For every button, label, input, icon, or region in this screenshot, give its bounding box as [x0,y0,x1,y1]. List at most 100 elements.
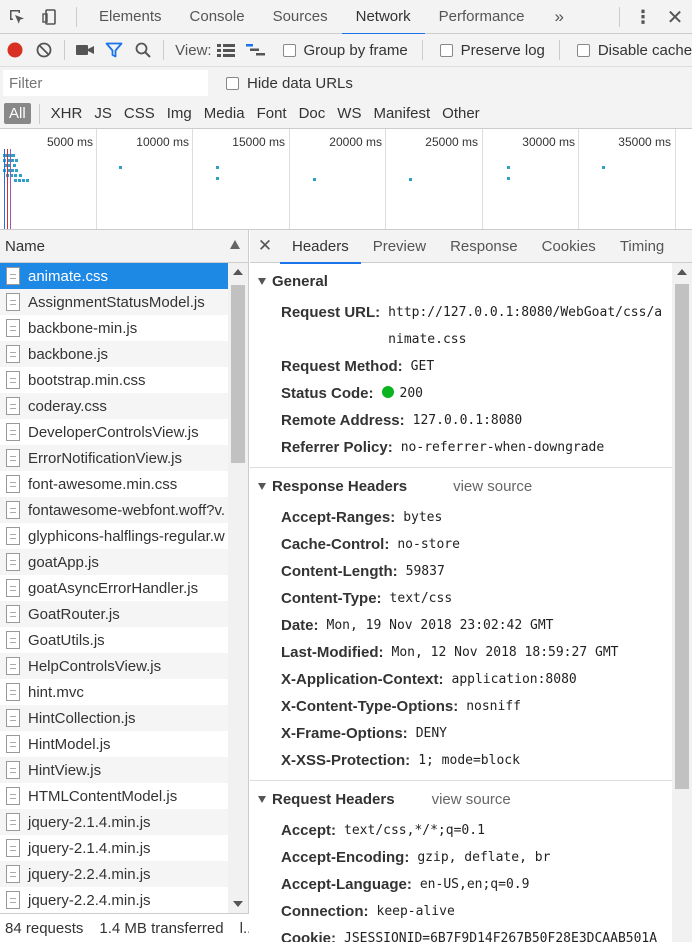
file-icon [6,423,20,441]
type-font[interactable]: Font [252,103,292,124]
request-row[interactable]: jquery-2.2.4.min.js [0,861,228,887]
tab-sources[interactable]: Sources [259,0,342,34]
request-row[interactable]: HelpControlsView.js [0,653,228,679]
kebab-menu-icon[interactable]: ⋮ [628,7,658,28]
checkbox-box[interactable] [439,43,453,57]
request-row[interactable]: DeveloperControlsView.js [0,419,228,445]
request-row[interactable]: ErrorNotificationView.js [0,445,228,471]
sort-ascending-icon [230,240,240,249]
response-view-source-link[interactable]: view source [453,478,532,495]
file-icon [6,605,20,623]
request-row[interactable]: jquery-2.1.4.min.js [0,809,228,835]
scroll-up-arrow-icon[interactable] [677,269,687,275]
type-img[interactable]: Img [162,103,197,124]
request-row[interactable]: HintView.js [0,757,228,783]
request-row[interactable]: glyphicons-halflings-regular.w [0,523,228,549]
response-headers-section-header[interactable]: Response Headers view source [250,468,672,504]
tab-elements[interactable]: Elements [85,0,176,34]
disable-cache-checkbox[interactable]: Disable cache [576,42,692,59]
checkbox-box[interactable] [226,76,239,90]
type-js[interactable]: JS [89,103,117,124]
file-icon [6,319,20,337]
tab-timing[interactable]: Timing [608,230,676,263]
type-manifest[interactable]: Manifest [368,103,435,124]
preserve-log-checkbox[interactable]: Preserve log [439,42,545,59]
request-row[interactable]: font-awesome.min.css [0,471,228,497]
network-overview-timeline[interactable]: 5000 ms 10000 ms 15000 ms 20000 ms 25000… [0,129,692,230]
tab-console[interactable]: Console [176,0,259,34]
close-details-icon[interactable]: ✕ [250,236,280,256]
scrollbar-thumb[interactable] [231,285,245,463]
request-row[interactable]: fontawesome-webfont.woff?v. [0,497,228,523]
checkbox-box[interactable] [576,43,590,57]
request-name: fontawesome-webfont.woff?v. [28,501,226,519]
more-tabs-button[interactable]: » [545,7,574,27]
inspect-element-icon[interactable] [0,0,34,34]
type-xhr[interactable]: XHR [46,103,88,124]
waterfall-overview-icon[interactable] [241,34,270,66]
type-ws[interactable]: WS [332,103,366,124]
header-row: X-Content-Type-Options: nosniff [250,693,672,720]
timeline-request-mark [11,169,14,172]
large-rows-icon[interactable] [212,34,241,66]
request-row[interactable]: backbone-min.js [0,315,228,341]
response-headers-list: Accept-Ranges: bytes Cache-Control: no-stor… [250,504,672,774]
request-row[interactable]: AssignmentStatusModel.js [0,289,228,315]
request-headers-section-header[interactable]: Request Headers view source [250,781,672,817]
type-all[interactable]: All [4,103,31,124]
name-column-header[interactable]: Name [0,230,248,263]
tab-network[interactable]: Network [341,0,425,35]
timeline-request-mark [12,154,15,157]
request-headers-title: Request Headers [272,790,395,808]
scroll-down-arrow-icon[interactable] [233,901,243,907]
request-row[interactable]: GoatRouter.js [0,601,228,627]
type-css[interactable]: CSS [119,103,160,124]
type-doc[interactable]: Doc [294,103,331,124]
request-list-scrollbar[interactable] [228,263,248,913]
status-ok-icon [381,386,394,398]
checkbox-box[interactable] [282,43,296,57]
timeline-request-mark [22,179,25,182]
request-row[interactable]: jquery-2.1.4.min.js [0,835,228,861]
request-view-source-link[interactable]: view source [432,791,511,808]
close-devtools-icon[interactable]: ✕ [658,5,692,30]
type-other[interactable]: Other [437,103,485,124]
request-row[interactable]: HintCollection.js [0,705,228,731]
request-row[interactable]: bootstrap.min.css [0,367,228,393]
type-media[interactable]: Media [199,103,250,124]
remote-address-row: Remote Address: 127.0.0.1:8080 [250,407,672,434]
filter-input[interactable] [3,70,208,96]
hide-data-urls-checkbox[interactable]: Hide data URLs [226,75,353,92]
scrollbar-thumb[interactable] [675,284,689,789]
search-icon[interactable] [129,34,158,66]
request-row[interactable]: hint.mvc [0,679,228,705]
header-value: Mon, 12 Nov 2018 18:59:27 GMT [391,645,619,660]
filter-icon[interactable] [99,34,128,66]
record-icon[interactable] [0,34,29,66]
details-scrollbar[interactable] [672,263,692,942]
request-row[interactable]: animate.css [0,263,228,289]
header-row: Accept-Encoding: gzip, deflate, br [250,844,672,871]
device-toolbar-icon[interactable] [34,0,68,34]
tab-preview[interactable]: Preview [361,230,438,263]
scroll-up-arrow-icon[interactable] [233,269,243,275]
request-name: goatAsyncErrorHandler.js [28,579,199,597]
tab-response[interactable]: Response [438,230,530,263]
general-section-header[interactable]: General [250,263,672,299]
timeline-request-mark [507,177,510,180]
capture-screenshots-icon[interactable] [70,34,99,66]
request-row[interactable]: goatAsyncErrorHandler.js [0,575,228,601]
tab-headers[interactable]: Headers [280,230,361,264]
request-row[interactable]: coderay.css [0,393,228,419]
request-row[interactable]: jquery-2.2.4.min.js [0,887,228,913]
request-row[interactable]: GoatUtils.js [0,627,228,653]
request-row[interactable]: HTMLContentModel.js [0,783,228,809]
group-by-frame-checkbox[interactable]: Group by frame [282,42,408,59]
request-row[interactable]: goatApp.js [0,549,228,575]
header-value: text/css [389,591,453,606]
clear-icon[interactable] [29,34,58,66]
request-row[interactable]: backbone.js [0,341,228,367]
tab-performance[interactable]: Performance [425,0,539,34]
request-row[interactable]: HintModel.js [0,731,228,757]
tab-cookies[interactable]: Cookies [530,230,608,263]
